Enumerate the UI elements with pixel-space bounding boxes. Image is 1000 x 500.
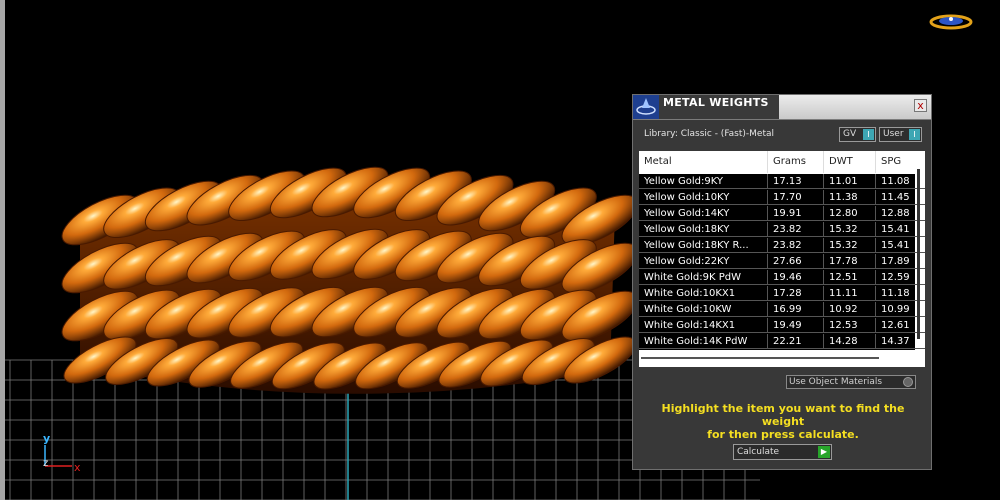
column-header-dwt[interactable]: DWT [823, 151, 875, 173]
cell-grams: 16.99 [767, 302, 823, 317]
table-row[interactable]: White Gold:14KX1 19.49 12.53 12.61 [639, 318, 925, 334]
table-row[interactable]: Yellow Gold:10KY 17.70 11.38 11.45 [639, 190, 925, 206]
cell-grams: 17.28 [767, 286, 823, 301]
table-row[interactable]: Yellow Gold:14KY 19.91 12.80 12.88 [639, 206, 925, 222]
cell-dwt: 15.32 [823, 238, 875, 253]
metal-weights-table[interactable]: Metal Grams DWT SPG Yellow Gold:9KY 17.13… [639, 151, 925, 367]
user-toggle-label: User [883, 129, 904, 139]
radio-dot-icon [903, 377, 913, 387]
calculate-button[interactable]: Calculate ▶ [733, 444, 832, 460]
table-row[interactable]: White Gold:10KX1 17.28 11.11 11.18 [639, 286, 925, 302]
cell-grams: 22.21 [767, 334, 823, 349]
table-row[interactable]: White Gold:14K PdW 22.21 14.28 14.37 [639, 334, 925, 350]
cell-dwt: 11.01 [823, 174, 875, 189]
calculate-arrow-icon: ▶ [818, 446, 830, 458]
cell-metal: White Gold:14KX1 [639, 318, 767, 333]
cell-grams: 27.66 [767, 254, 823, 269]
cell-metal: White Gold:10KW [639, 302, 767, 317]
axis-z-label: z [43, 458, 49, 469]
cell-metal: Yellow Gold:22KY [639, 254, 767, 269]
table-row[interactable]: Yellow Gold:9KY 17.13 11.01 11.08 [639, 174, 925, 190]
cell-dwt: 15.32 [823, 222, 875, 237]
column-header-grams[interactable]: Grams [767, 151, 823, 173]
cell-dwt: 12.80 [823, 206, 875, 221]
column-header-metal[interactable]: Metal [639, 151, 767, 173]
axis-x-label: x [74, 461, 81, 474]
table-header: Metal Grams DWT SPG [639, 151, 925, 173]
user-toggle[interactable]: User I [879, 127, 922, 142]
cell-grams: 17.70 [767, 190, 823, 205]
gv-toggle-label: GV [843, 129, 857, 139]
cell-grams: 19.46 [767, 270, 823, 285]
table-row[interactable]: Yellow Gold:18KY R... 23.82 15.32 15.41 [639, 238, 925, 254]
table-row[interactable]: Yellow Gold:18KY 23.82 15.32 15.41 [639, 222, 925, 238]
use-object-materials-label: Use Object Materials [789, 377, 883, 387]
gv-toggle-knob: I [863, 129, 874, 140]
cell-grams: 23.82 [767, 222, 823, 237]
help-line-2: for then press calculate. [707, 428, 859, 441]
cell-dwt: 10.92 [823, 302, 875, 317]
panel-titlebar[interactable]: METAL WEIGHTS x [633, 95, 931, 120]
cell-metal: Yellow Gold:18KY [639, 222, 767, 237]
cell-dwt: 11.11 [823, 286, 875, 301]
cell-metal: Yellow Gold:9KY [639, 174, 767, 189]
cell-metal: White Gold:10KX1 [639, 286, 767, 301]
cell-dwt: 14.28 [823, 334, 875, 349]
calculate-label: Calculate [737, 447, 780, 457]
cell-grams: 17.13 [767, 174, 823, 189]
help-line-1: Highlight the item you want to find the … [661, 402, 905, 428]
vertical-scrollbar[interactable] [917, 169, 920, 339]
cell-dwt: 12.51 [823, 270, 875, 285]
horizontal-scrollbar[interactable] [641, 357, 879, 359]
cell-dwt: 12.53 [823, 318, 875, 333]
cell-metal: Yellow Gold:14KY [639, 206, 767, 221]
user-toggle-knob: I [909, 129, 920, 140]
close-icon[interactable]: x [914, 99, 927, 112]
panel-logo-icon [633, 95, 659, 119]
table-row[interactable]: White Gold:10KW 16.99 10.92 10.99 [639, 302, 925, 318]
cell-metal: White Gold:9K PdW [639, 270, 767, 285]
axis-y-label: y [43, 432, 51, 445]
table-row[interactable]: Yellow Gold:22KY 27.66 17.78 17.89 [639, 254, 925, 270]
cell-dwt: 11.38 [823, 190, 875, 205]
cell-metal: Yellow Gold:10KY [639, 190, 767, 205]
panel-title: METAL WEIGHTS [663, 96, 769, 109]
table-row[interactable]: White Gold:9K PdW 19.46 12.51 12.59 [639, 270, 925, 286]
cell-grams: 19.49 [767, 318, 823, 333]
app-logo-icon [929, 14, 973, 30]
metal-weights-panel: METAL WEIGHTS x Library: Classic - (Fast… [632, 94, 932, 470]
cell-dwt: 17.78 [823, 254, 875, 269]
cell-metal: Yellow Gold:18KY R... [639, 238, 767, 253]
cell-grams: 19.91 [767, 206, 823, 221]
gv-toggle[interactable]: GV I [839, 127, 876, 142]
cell-grams: 23.82 [767, 238, 823, 253]
use-object-materials-toggle[interactable]: Use Object Materials [786, 375, 916, 389]
cell-metal: White Gold:14K PdW [639, 334, 767, 349]
help-text: Highlight the item you want to find the … [643, 402, 923, 441]
library-label: Library: Classic - (Fast)-Metal [644, 129, 775, 139]
